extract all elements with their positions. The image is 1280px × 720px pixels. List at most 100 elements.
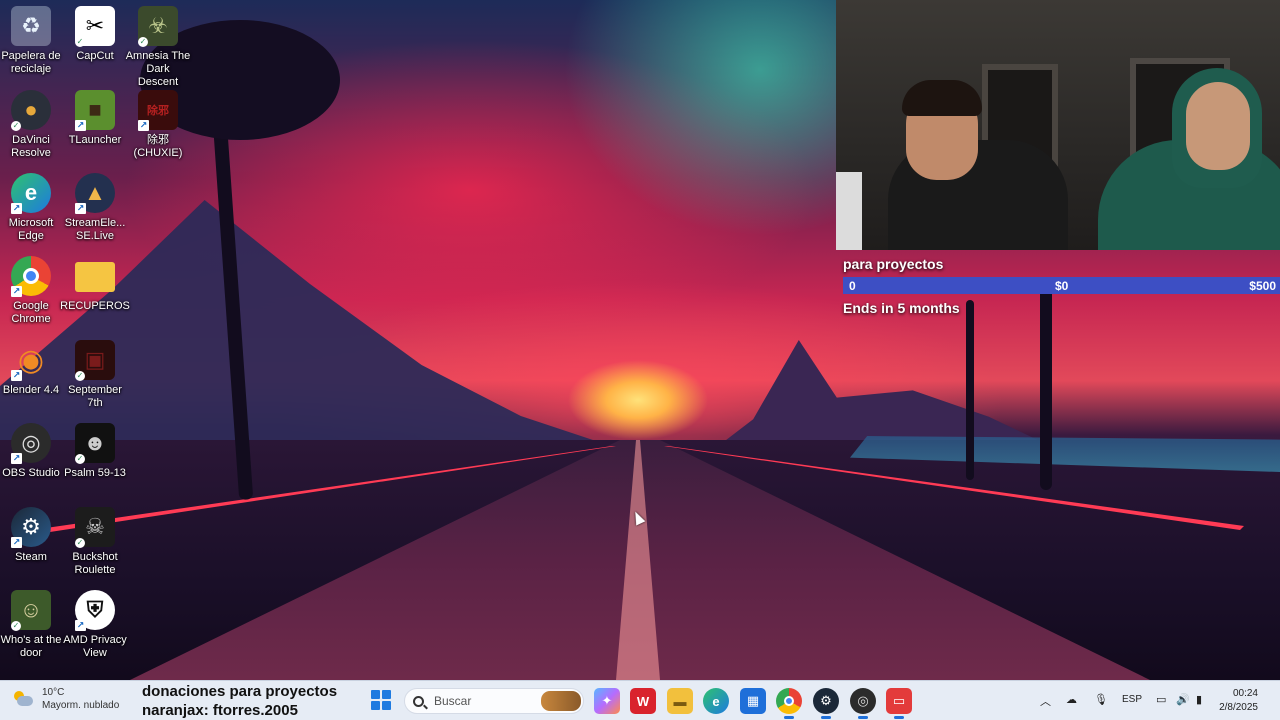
partly-cloudy-icon	[12, 691, 34, 707]
desktop-icon-edge[interactable]: e ↗ Microsoft Edge	[0, 173, 64, 243]
desktop-icon-label: September 7th	[68, 384, 122, 409]
capcut-icon: ✂ ✓	[75, 6, 115, 47]
shortcut-arrow-icon: ↗	[138, 120, 149, 131]
sync-check-icon: ✓	[75, 454, 85, 464]
tray-overflow-chevron-icon[interactable]: ︿	[1040, 693, 1051, 709]
sync-check-icon: ✓	[75, 37, 85, 47]
desktop-icon-chuxie[interactable]: 除邪 ↗ 除邪(CHUXIE)	[125, 90, 191, 160]
desktop-icon-recuperos-folder[interactable]: RECUPEROS	[60, 256, 130, 313]
tray-volume-icon[interactable]: 🔊	[1176, 693, 1190, 706]
obs-icon: ◎ ↗	[11, 423, 51, 464]
desktop-icon-label: Blender 4.4	[2, 384, 60, 396]
desktop-icon-label: Google Chrome	[11, 300, 51, 325]
desktop-icon-label: Buckshot Roulette	[72, 551, 118, 576]
desktop-icon-recycle-bin[interactable]: ♻ Papelera de reciclaje	[0, 6, 64, 76]
edge-icon: e ↗	[11, 173, 51, 214]
davinci-resolve-icon: ● ✓	[11, 90, 51, 131]
shortcut-arrow-icon: ↗	[11, 203, 22, 214]
desktop-icon-streamelements[interactable]: ▲ ↗ StreamEle... SE.Live	[62, 173, 128, 243]
desktop-icon-amnesia[interactable]: ☣ ✓ Amnesia The Dark Descent	[125, 6, 191, 89]
desktop-icon-label: AMD Privacy View	[63, 634, 127, 659]
shortcut-arrow-icon: ↗	[75, 120, 86, 131]
shortcut-arrow-icon: ↗	[11, 286, 22, 297]
donation-ticker: donaciones para proyectos naranjax: ftor…	[142, 681, 337, 720]
search-highlight-image	[541, 691, 581, 711]
goal-ends-text: Ends in 5 months	[843, 300, 960, 316]
ticker-line-2: naranjax: ftorres.2005	[142, 702, 298, 719]
desktop-icon-label: Amnesia The Dark Descent	[125, 50, 191, 88]
desktop-icon-psalm[interactable]: ☻ ✓ Psalm 59-13	[62, 423, 128, 480]
desktop-icon-label: Who's at the door	[0, 634, 62, 659]
edge-taskbar-icon[interactable]: e	[703, 688, 729, 714]
taskbar-clock[interactable]: 00:24 2/8/2025	[1219, 687, 1258, 715]
desktop-icon-obs-studio[interactable]: ◎ ↗ OBS Studio	[0, 423, 64, 480]
capture-taskbar-icon[interactable]: ▭	[886, 688, 912, 719]
folder-icon	[75, 262, 115, 292]
search-placeholder: Buscar	[434, 694, 472, 708]
tray-cloud-icon[interactable]: ☁	[1066, 693, 1077, 706]
chuxie-icon: 除邪 ↗	[138, 90, 178, 131]
clock-date: 2/8/2025	[1219, 702, 1258, 713]
ticker-line-1: donaciones para proyectos	[142, 683, 338, 700]
webcam-person-right-head	[1186, 82, 1250, 170]
sync-check-icon: ✓	[11, 621, 21, 631]
shortcut-arrow-icon: ↗	[75, 620, 86, 631]
tray-microphone-icon[interactable]: 🎙	[1094, 693, 1108, 706]
file-explorer-icon[interactable]: ▬	[667, 688, 693, 714]
start-button[interactable]	[371, 690, 391, 710]
amnesia-icon: ☣ ✓	[138, 6, 178, 47]
desktop-icon-steam[interactable]: ⚙ ↗ Steam	[0, 507, 64, 564]
wps-icon[interactable]: W	[630, 688, 656, 714]
goal-start-amount: $0	[1055, 279, 1069, 293]
steam-taskbar-icon[interactable]: ⚙	[813, 688, 839, 719]
desktop-icon-label: OBS Studio	[2, 467, 60, 479]
desktop-icon-label: 除邪(CHUXIE)	[133, 134, 183, 159]
goal-target-amount: $500	[1249, 279, 1276, 293]
desktop-icon-label: Steam	[15, 551, 47, 563]
copilot-icon[interactable]: ✦	[594, 688, 620, 714]
tray-language[interactable]: ESP	[1122, 694, 1142, 705]
desktop-icon-label: Microsoft Edge	[8, 217, 54, 242]
sync-check-icon: ✓	[75, 538, 85, 548]
sync-check-icon: ✓	[75, 371, 85, 381]
desktop-icon-label: StreamEle... SE.Live	[64, 217, 126, 242]
chrome-taskbar-icon[interactable]	[776, 688, 802, 719]
desktop-icon-tlauncher[interactable]: ■ ↗ TLauncher	[62, 90, 128, 147]
buckshot-roulette-icon: ☠ ✓	[75, 507, 115, 548]
taskbar-search[interactable]: Buscar	[404, 688, 584, 714]
streamelements-icon: ▲ ↗	[75, 173, 115, 214]
desktop-icon-davinci-resolve[interactable]: ● ✓ DaVinci Resolve	[0, 90, 64, 160]
desktop-icon-blender[interactable]: ◉ ↗ Blender 4.4	[0, 340, 64, 397]
desktop-icon-september-7th[interactable]: ▣ ✓ September 7th	[62, 340, 128, 410]
desktop-icon-label: DaVinci Resolve	[11, 134, 51, 159]
desktop-icon-buckshot-roulette[interactable]: ☠ ✓ Buckshot Roulette	[62, 507, 128, 577]
blender-icon: ◉ ↗	[11, 343, 45, 381]
sync-check-icon: ✓	[11, 121, 21, 131]
weather-temperature: 10°C	[42, 687, 65, 698]
search-icon	[413, 695, 424, 707]
tray-network-icon[interactable]: ▭	[1156, 693, 1166, 706]
desktop-icon-amd-privacy-view[interactable]: ⛨ ↗ AMD Privacy View	[62, 590, 128, 660]
desktop-icon-label: RECUPEROS	[60, 300, 130, 312]
whos-at-the-door-icon: ☺ ✓	[11, 590, 51, 631]
webcam-person-left-hair	[902, 80, 982, 116]
webcam-background-pc	[836, 172, 862, 250]
goal-progress-bar: 0 $0 $500	[843, 277, 1280, 294]
weather-widget[interactable]: 10°C Mayorm. nublado	[12, 686, 119, 712]
desktop-icon-label: TLauncher	[68, 134, 122, 146]
september-7th-icon: ▣ ✓	[75, 340, 115, 381]
microsoft-store-icon[interactable]: ▦	[740, 688, 766, 714]
webcam-overlay	[836, 0, 1280, 250]
tray-battery-icon[interactable]: ▮	[1196, 693, 1202, 706]
tlauncher-icon: ■ ↗	[75, 90, 115, 131]
desktop-icon-chrome[interactable]: ↗ Google Chrome	[0, 256, 64, 326]
amd-privacy-view-icon: ⛨ ↗	[75, 590, 115, 631]
shortcut-arrow-icon: ↗	[11, 453, 22, 464]
obs-taskbar-icon[interactable]: ◎	[850, 688, 876, 719]
desktop-icon-capcut[interactable]: ✂ ✓ CapCut	[62, 6, 128, 63]
recycle-bin-icon: ♻	[11, 6, 51, 46]
desktop-icon-label: Psalm 59-13	[64, 467, 126, 479]
taskbar: 10°C Mayorm. nublado donaciones para pro…	[0, 680, 1280, 720]
sync-check-icon: ✓	[138, 37, 148, 47]
desktop-icon-whos-at-the-door[interactable]: ☺ ✓ Who's at the door	[0, 590, 64, 660]
